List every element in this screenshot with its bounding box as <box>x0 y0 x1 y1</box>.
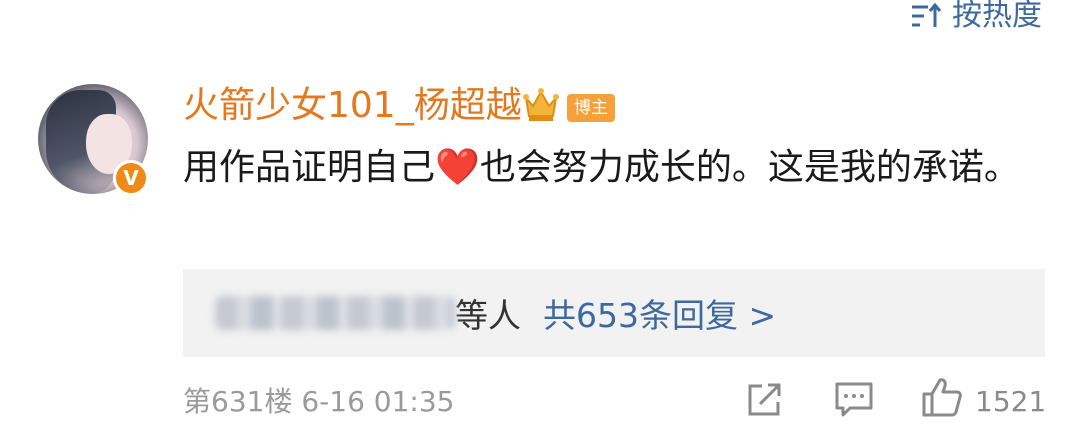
replies-box[interactable]: 等人 共653条回复 > <box>183 269 1045 357</box>
sort-icon <box>912 3 942 27</box>
comment-icon[interactable] <box>834 380 874 418</box>
comment-date: 6-16 01:35 <box>301 385 455 418</box>
crown-icon <box>523 88 559 121</box>
blurred-usernames <box>215 296 455 330</box>
like-count: 1521 <box>975 385 1047 418</box>
comment-card: 按热度 V 火箭少女101_杨超越 博主 用作品证明自己❤️也会努力成长的。这是… <box>0 0 1080 429</box>
floor-number: 第631楼 <box>183 385 293 418</box>
like-icon[interactable] <box>920 376 964 418</box>
sort-label: 按热度 <box>952 0 1042 33</box>
username-link[interactable]: 火箭少女101_杨超越 <box>183 82 522 130</box>
comment-text-start: 用作品证明自己 <box>183 147 436 188</box>
comment-text: 用作品证明自己❤️也会努力成长的。这是我的承诺。 <box>183 142 1033 193</box>
share-icon[interactable] <box>746 380 784 418</box>
comment-text-end: 也会努力成长的。这是我的承诺。 <box>479 147 1020 188</box>
heart-emoji: ❤️ <box>435 147 480 188</box>
verified-badge-icon: V <box>113 160 149 196</box>
comment-meta: 第631楼 6-16 01:35 <box>183 382 455 422</box>
view-replies-link[interactable]: 共653条回复 > <box>543 289 776 337</box>
sort-button[interactable]: 按热度 <box>910 0 1042 34</box>
replies-suffix: 等人 <box>455 296 521 335</box>
host-badge: 博主 <box>567 94 615 122</box>
